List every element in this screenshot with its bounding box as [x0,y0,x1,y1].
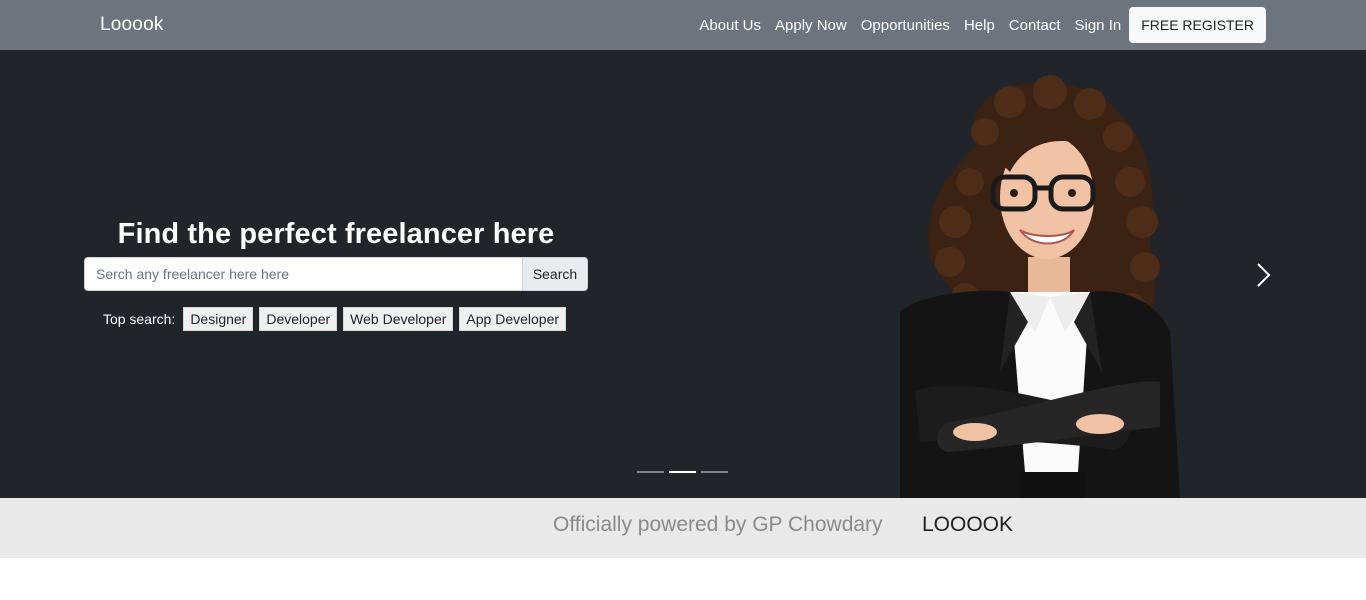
nav-link-opportunities[interactable]: Opportunities [861,17,950,34]
nav-link-apply-now[interactable]: Apply Now [775,17,847,34]
carousel-indicator-2[interactable] [669,471,696,473]
top-search: Top search: Designer Developer Web Devel… [84,307,588,331]
tag-app-developer[interactable]: App Developer [459,307,567,331]
carousel-next-button[interactable] [1248,255,1278,295]
powered-text: Officially powered by GP Chowdary [553,513,883,536]
hero-carousel: Find the perfect freelancer here Search … [0,50,1366,498]
carousel-indicators [637,471,733,473]
search-group: Search [84,257,588,291]
chevron-right-icon [1257,263,1271,287]
carousel-indicator-1[interactable] [637,471,664,473]
powered-band: Officially powered by GP Chowdary LOOOOK [0,498,1366,558]
hero-person-image [900,75,1180,498]
hero-title: Find the perfect freelancer here [117,218,555,250]
brand-logo[interactable]: Looook [100,14,164,36]
nav-link-about-us[interactable]: About Us [699,17,761,34]
nav-link-sign-in[interactable]: Sign In [1075,17,1122,34]
tag-developer[interactable]: Developer [259,307,338,331]
top-search-label: Top search: [102,311,176,327]
powered-brand: LOOOOK [922,513,1014,536]
search-input[interactable] [84,257,522,291]
top-navbar: Looook About Us Apply Now Opportunities … [0,0,1366,50]
search-button[interactable]: Search [522,257,588,291]
nav-links: About Us Apply Now Opportunities Help Co… [699,7,1266,43]
tag-web-developer[interactable]: Web Developer [343,307,454,331]
tag-designer[interactable]: Designer [183,307,254,331]
nav-link-help[interactable]: Help [964,17,995,34]
free-register-button[interactable]: FREE REGISTER [1129,7,1266,43]
nav-link-contact[interactable]: Contact [1009,17,1061,34]
carousel-indicator-3[interactable] [701,471,728,473]
